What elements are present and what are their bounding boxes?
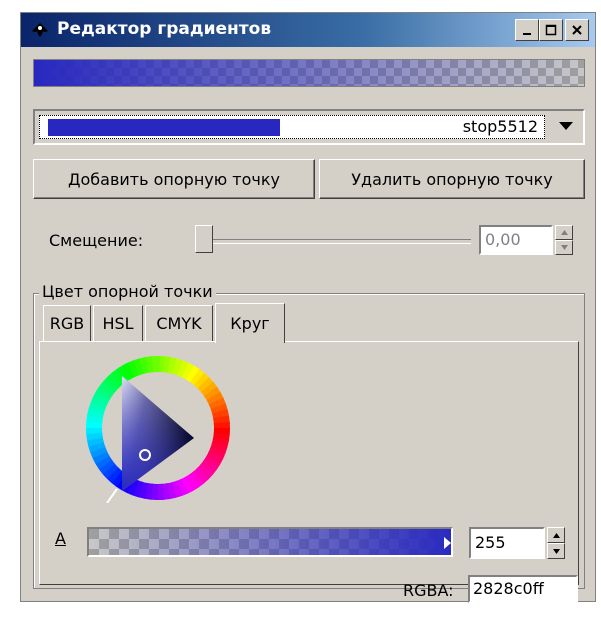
tab-hsl[interactable]: HSL bbox=[93, 305, 143, 341]
hue-marker[interactable] bbox=[106, 488, 118, 503]
hue-ring-segment bbox=[151, 356, 160, 373]
spin-down-icon bbox=[552, 548, 560, 554]
rgba-input[interactable]: 2828c0ff bbox=[468, 575, 578, 603]
alpha-label: A bbox=[55, 529, 66, 548]
inkscape-icon bbox=[32, 23, 48, 37]
alpha-gradient bbox=[89, 529, 451, 555]
alpha-spin-down[interactable] bbox=[547, 543, 565, 559]
window-title: Редактор градиентов bbox=[57, 19, 272, 39]
stop-selector[interactable]: stop5512 bbox=[33, 109, 585, 145]
stop-name: stop5512 bbox=[462, 117, 538, 136]
offset-spinner[interactable] bbox=[555, 225, 573, 255]
close-button[interactable] bbox=[565, 19, 589, 41]
tab-wheel[interactable]: Круг bbox=[215, 303, 285, 343]
title-bar[interactable]: Редактор градиентов bbox=[21, 13, 595, 47]
color-wheel[interactable] bbox=[55, 353, 261, 503]
rgba-label: RGBA: bbox=[403, 581, 454, 600]
alpha-spin-up[interactable] bbox=[547, 527, 565, 543]
maximize-button[interactable] bbox=[539, 19, 563, 41]
alpha-slider[interactable] bbox=[87, 527, 453, 557]
gradient-preview-graphic bbox=[34, 60, 584, 86]
hue-overlay bbox=[122, 376, 194, 491]
close-icon bbox=[572, 25, 582, 35]
triangle-down-icon bbox=[559, 122, 573, 130]
maximize-icon bbox=[545, 24, 557, 36]
spin-down-icon bbox=[560, 245, 568, 250]
tab-rgb[interactable]: RGB bbox=[43, 305, 91, 341]
stop-dropdown-button[interactable] bbox=[551, 113, 581, 141]
offset-label: Смещение: bbox=[49, 231, 144, 250]
remove-stop-button[interactable]: Удалить опорную точку bbox=[319, 159, 585, 199]
spin-up-icon bbox=[560, 230, 568, 235]
offset-input[interactable]: 0,00 bbox=[479, 225, 553, 255]
alpha-spinner[interactable] bbox=[547, 527, 565, 559]
stop-color-group-label: Цвет опорной точки bbox=[39, 282, 216, 301]
offset-spin-up[interactable] bbox=[555, 225, 573, 240]
add-stop-button[interactable]: Добавить опорную точку bbox=[33, 159, 315, 199]
minimize-button[interactable] bbox=[515, 19, 539, 41]
minimize-icon bbox=[523, 33, 531, 35]
offset-spin-down[interactable] bbox=[555, 240, 573, 255]
spin-up-icon bbox=[552, 532, 560, 538]
gradient-preview bbox=[33, 59, 585, 87]
stop-selector-field[interactable]: stop5512 bbox=[39, 115, 545, 139]
offset-slider-handle[interactable] bbox=[195, 225, 213, 253]
tab-cmyk[interactable]: CMYK bbox=[145, 305, 213, 341]
gradient-editor-window: Редактор градиентов stop5512 Добавить оп… bbox=[20, 12, 596, 603]
stop-color-swatch bbox=[48, 119, 280, 136]
offset-slider-track[interactable] bbox=[211, 239, 471, 244]
alpha-input[interactable]: 255 bbox=[469, 527, 545, 559]
